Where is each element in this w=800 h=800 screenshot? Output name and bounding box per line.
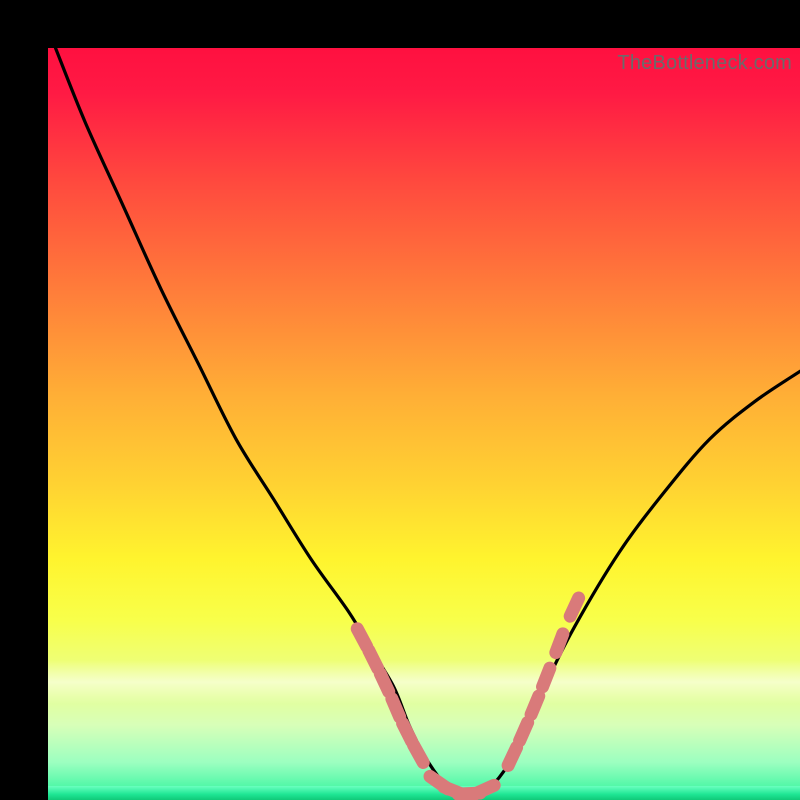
curve-marker: [543, 668, 550, 687]
curve-marker: [508, 747, 516, 765]
curve-marker: [380, 674, 388, 692]
curve-marker: [570, 598, 578, 616]
watermark-text: TheBottleneck.com: [617, 52, 792, 75]
plot-area: TheBottleneck.com: [48, 48, 800, 800]
curve-svg: [48, 48, 800, 800]
curve-marker: [414, 745, 424, 762]
bottleneck-curve: [56, 48, 800, 800]
curve-marker: [369, 650, 378, 668]
curve-marker: [357, 629, 366, 647]
curve-marker: [556, 634, 563, 653]
curve-marker: [403, 723, 412, 741]
curve-marker: [520, 722, 528, 740]
curve-marker: [392, 699, 400, 717]
curve-marker: [474, 785, 494, 794]
chart-frame: TheBottleneck.com: [0, 0, 800, 800]
curve-marker-capsules: [357, 598, 578, 795]
curve-marker: [531, 696, 539, 714]
